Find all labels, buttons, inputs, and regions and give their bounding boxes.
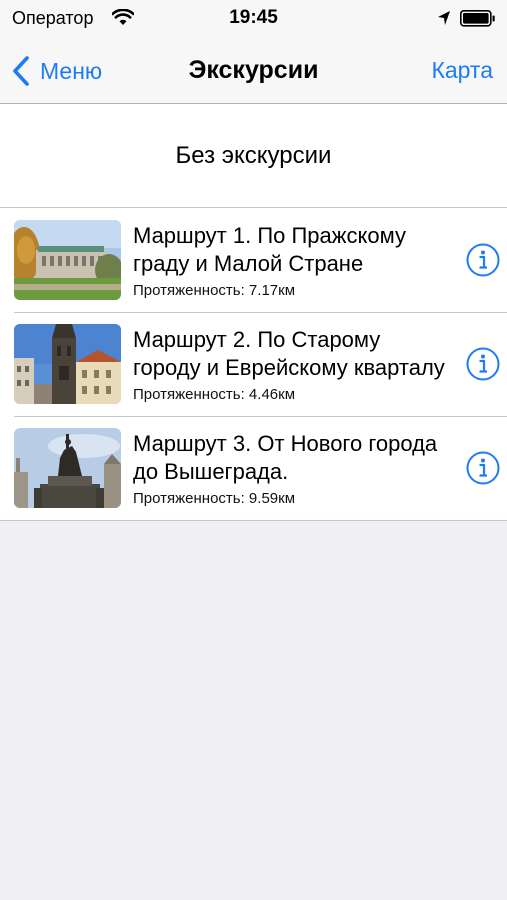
route-thumbnail: [14, 428, 121, 508]
info-icon: [466, 243, 500, 277]
route-length: Протяженность: 9.59км: [133, 490, 296, 507]
route-list: Маршрут 1. По Пражскому граду и Малой Ст…: [0, 208, 507, 521]
route-row[interactable]: Маршрут 1. По Пражскому граду и Малой Ст…: [0, 208, 507, 312]
info-icon: [466, 347, 500, 381]
battery-icon: [460, 10, 496, 32]
route-thumbnail: [14, 324, 121, 404]
route-title: Маршрут 1. По Пражскому граду и Малой Ст…: [133, 223, 406, 276]
info-button[interactable]: [466, 451, 500, 485]
info-icon: [466, 451, 500, 485]
no-tour-label: Без экскурсии: [175, 141, 332, 169]
route-length: Протяженность: 4.46км: [133, 386, 296, 403]
status-bar: Оператор 19:45: [0, 0, 507, 38]
route-title: Маршрут 2. По Старому городу и Еврейском…: [133, 327, 445, 380]
location-arrow-icon: [437, 10, 451, 31]
navigation-bar: Меню Экскурсии Карта: [0, 38, 507, 104]
route-thumbnail: [14, 220, 121, 300]
no-tour-option[interactable]: Без экскурсии: [0, 104, 507, 208]
info-button[interactable]: [466, 243, 500, 277]
info-button[interactable]: [466, 347, 500, 381]
map-button[interactable]: Карта: [431, 57, 493, 84]
clock: 19:45: [229, 7, 278, 28]
route-row[interactable]: Маршрут 3. От Нового города до Вышеграда…: [0, 416, 507, 520]
route-length: Протяженность: 7.17км: [133, 282, 296, 299]
route-title: Маршрут 3. От Нового города до Вышеграда…: [133, 431, 438, 484]
route-row[interactable]: Маршрут 2. По Старому городу и Еврейском…: [0, 312, 507, 416]
